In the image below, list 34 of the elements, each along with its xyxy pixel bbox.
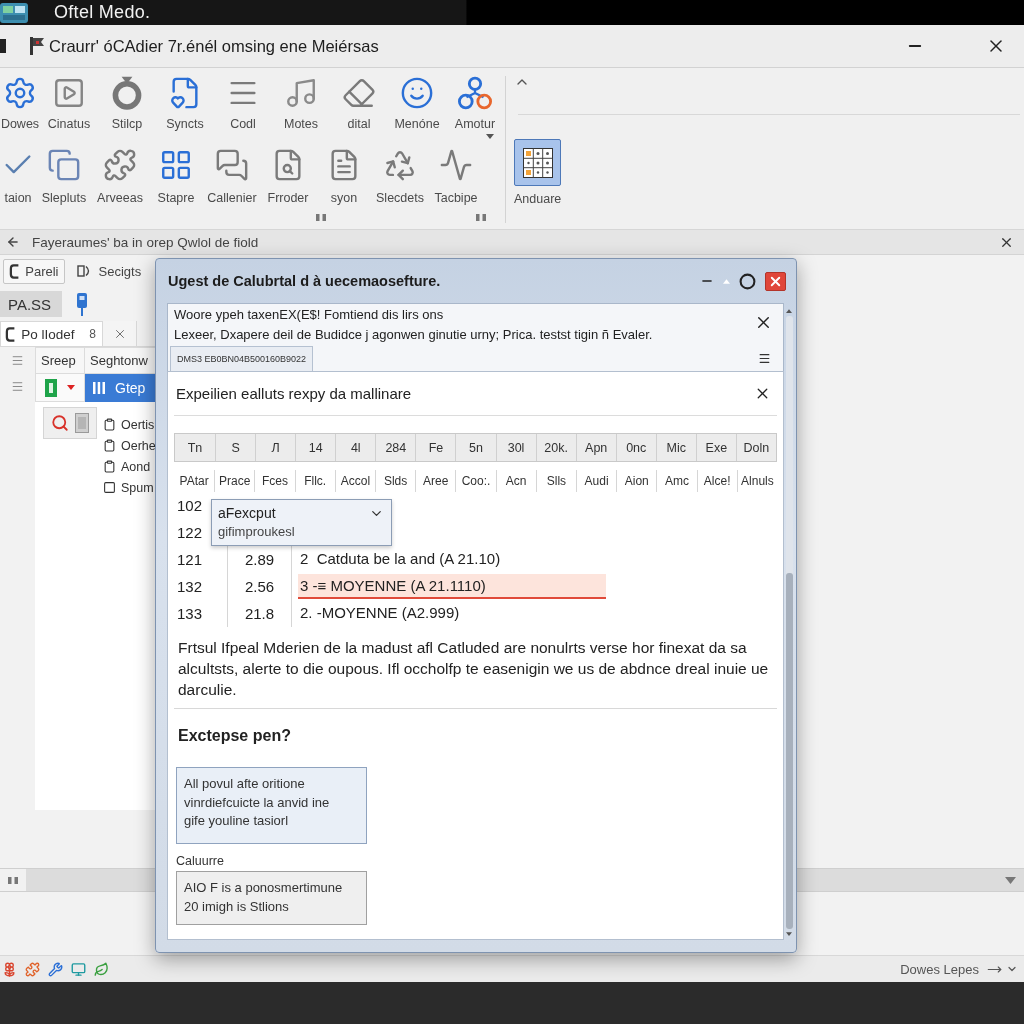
subheader-cell: Alnuls <box>736 470 777 492</box>
description-text: Frtsul Ifpeal Mderien de la madust afl Catluded are nonulrts verse hor finexat da sa alcultsts, alerte to die oupous. Ifl occholfp te easenigin we us de abdnce dreal inuie ue darculie. <box>177 638 770 700</box>
dialog-title: Ugest de Calubrtal d à uecemaosefture. <box>168 273 442 289</box>
subheader-cell: Accol <box>334 470 375 492</box>
subheader-cell-text: PAtar <box>178 473 210 490</box>
subheader-cell: Fllc. <box>294 470 335 492</box>
subheader-cell: Audi <box>576 470 617 492</box>
table-cell: 2.56 <box>227 573 292 600</box>
table-cell: 21.8 <box>227 600 292 627</box>
status-text: Dowes Lepes <box>900 961 979 977</box>
subheader-cell: Amc <box>656 470 697 492</box>
subheader-cell: Aion <box>616 470 657 492</box>
dropdown-value: aFexcput <box>218 504 276 523</box>
subheader-cell: Acn <box>495 470 536 492</box>
info-message: Fayeraumes' ba in orep Qwlol de fiold <box>32 234 260 250</box>
table-cell-text: 121 <box>176 550 204 570</box>
subheader-cell: Prace <box>214 470 255 492</box>
table-cell-text: 132 <box>176 577 204 597</box>
subheader-cell: Alce! <box>696 470 737 492</box>
subheader-cell: Fces <box>254 470 295 492</box>
panel-title: Expeilien ealluts rexpy da mallinare <box>176 385 412 402</box>
table-cell-text: 133 <box>176 604 204 624</box>
notice-text: Lexeer, Dxapere deil de Budidce j agonwen ginutie urny; Prica. testst tigin ñ Evaler. <box>174 326 653 344</box>
subheader-cell: Aree <box>415 470 456 492</box>
subheader-cell: Slds <box>375 470 416 492</box>
notice-text: Woore ypeh taxenEX(E$! Fomtiend dis lirs ons <box>174 306 444 324</box>
section-heading: Exctepse pen? <box>178 727 291 745</box>
window-title: Craurr' óCAdier 7r.énél omsing ene Meiérsas <box>49 36 380 56</box>
subheader-cell: Coo:. <box>455 470 496 492</box>
dropdown-detail: gifimproukesl <box>218 523 295 541</box>
field-label: Caluurre <box>176 854 224 868</box>
tab-count: 8 <box>89 327 96 341</box>
app-title: Oftel Medo. <box>54 2 151 23</box>
subheader-cell: Slls <box>535 470 576 492</box>
